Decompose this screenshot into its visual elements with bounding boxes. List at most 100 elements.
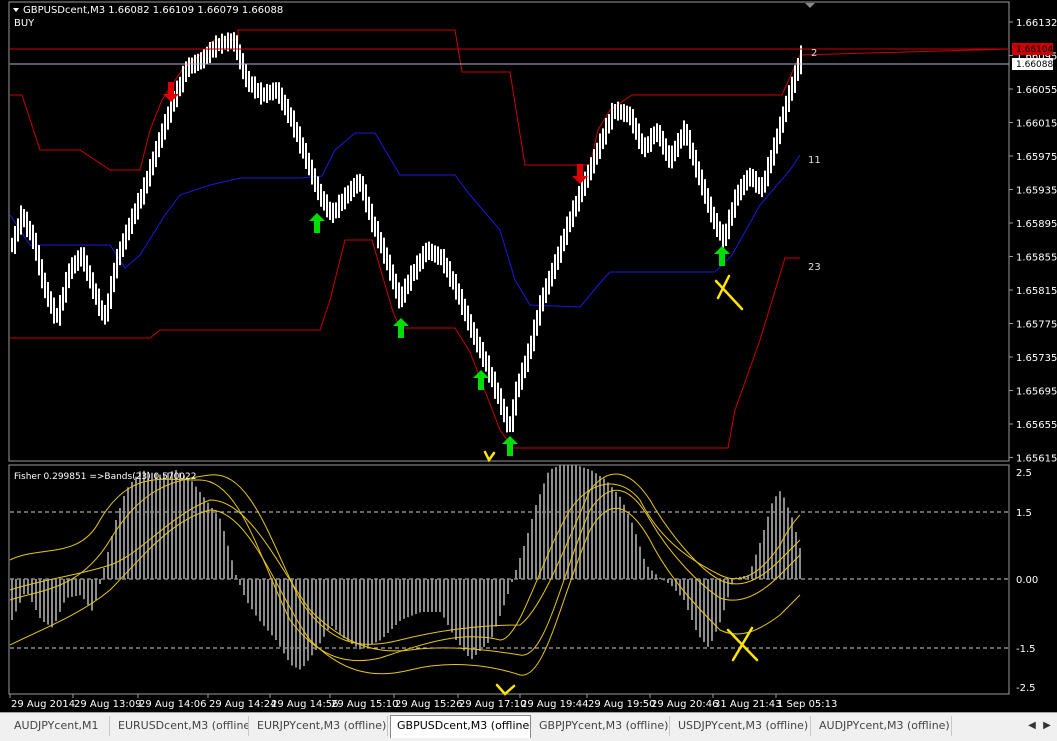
candle [371,203,373,233]
candle [749,167,751,187]
candle [164,114,166,140]
histogram-bar [415,579,417,614]
candle [326,194,328,218]
candle [698,161,700,186]
histogram-bar [95,579,97,600]
histogram-bar [395,579,397,625]
candle [527,343,529,372]
candle [347,185,349,204]
tab-gbpusdcent-m3-offline[interactable]: GBPUSDcent,M3 (offline) [390,715,531,738]
histogram-bar [499,579,501,616]
histogram-bar [447,579,449,626]
candle [38,245,40,276]
candle [560,235,562,263]
histogram-bar [79,579,81,596]
candle [713,206,715,230]
histogram-bar [387,579,389,633]
time-tick-label: 29 Aug 2014 [11,699,75,710]
candle [731,202,733,226]
candle [68,263,70,289]
shift-marker-icon[interactable] [805,3,815,8]
candle [578,186,580,212]
tab-scroll-right-icon[interactable]: ▶ [1040,718,1054,734]
price-tick-label: 1.66015 [1016,119,1057,130]
histogram-bar [83,579,85,600]
level-label-low: 23 [808,262,821,273]
histogram-bar [451,579,453,633]
histogram-bar [407,579,409,618]
candle [290,107,292,127]
candle [56,308,58,323]
histogram-bar [627,513,629,579]
candle [119,241,121,266]
histogram-bar [283,579,285,654]
candle [356,174,358,194]
histogram-bar [523,546,525,579]
candle [629,106,631,126]
candle [365,184,367,213]
candle [308,152,310,176]
price-tick-label: 1.65735 [1016,353,1057,364]
histogram-bar [43,579,45,622]
histogram-bar [587,469,589,579]
histogram-bar [631,522,633,579]
histogram-bar [595,473,597,579]
tab-audjpycent-m1[interactable]: AUDJPYcent,M1 [8,716,110,736]
histogram-bar [203,497,205,579]
candle [323,191,325,211]
candle [203,48,205,69]
tab-eurjpycent-m3-offline[interactable]: EURJPYcent,M3 (offline) [251,716,388,736]
time-axis: 29 Aug 201429 Aug 13:0929 Aug 14:06 29 Au… [9,694,837,710]
chart-canvas[interactable]: 1.661321.660951.660551.660151.659751.659… [0,0,1057,741]
tab-gbpjpycent-m3-offline[interactable]: GBPJPYcent,M3 (offline) [533,716,670,736]
histogram-bar [215,513,217,579]
candle [704,179,706,204]
candle [743,174,745,196]
histogram-bar [527,533,529,579]
candle [503,398,505,423]
histogram-bar [231,560,233,579]
candle [338,194,340,218]
candle [86,255,88,281]
histogram-bar [623,504,625,579]
candle [32,224,34,249]
candle [617,101,619,121]
candle [275,82,277,99]
histogram-bar [423,579,425,612]
tab-eurusdcent-m3-offline[interactable]: EURUSDcent,M3 (offline) [112,716,249,736]
histogram-bar [171,471,173,579]
candle [311,159,313,185]
histogram-bar [763,530,765,579]
candle [725,223,727,246]
histogram-bar [535,505,537,579]
candle [161,123,163,148]
histogram-bar [519,558,521,579]
candle [299,126,301,154]
buy-arrow-icon [714,246,730,266]
histogram-bar [359,579,361,650]
candle [362,176,364,201]
price-tick-label: 1.66055 [1016,85,1057,96]
tab-usdjpycent-m3-offline[interactable]: USDJPYcent,M3 (offline) [672,716,811,736]
tab-scroll-left-icon[interactable]: ◀ [1025,718,1039,734]
histogram-bar [551,468,553,579]
candle [251,76,253,93]
candle [143,177,145,205]
histogram-bar [159,474,161,579]
histogram-bar [59,579,61,612]
histogram-bar [39,579,41,618]
histogram-bar [219,518,221,579]
candle [515,381,517,416]
histogram-bar [195,486,197,579]
histogram-bar [459,579,461,646]
candle [377,221,379,249]
candle [452,271,454,290]
tab-audjpycent-m3-offline[interactable]: AUDJPYcent,M3 (offline) [813,716,952,736]
collapse-triangle-icon[interactable] [13,8,19,12]
price-tick-label: 1.65815 [1016,286,1057,297]
candle [188,57,190,77]
candle [647,136,649,153]
candle [305,143,307,169]
candle [341,193,343,211]
candle [551,262,553,287]
